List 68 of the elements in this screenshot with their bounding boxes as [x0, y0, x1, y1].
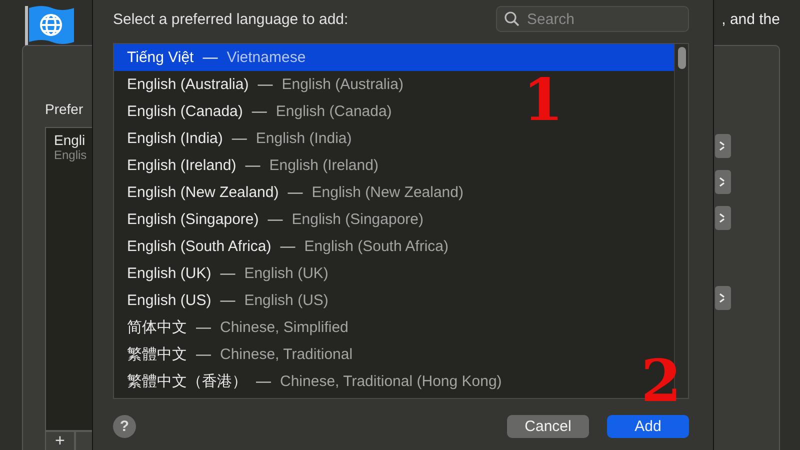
step-number: 2 — [641, 352, 682, 410]
native-name: Tiếng Việt — [127, 49, 194, 66]
language-row[interactable]: Tiếng Việt — Vietnamese — [114, 44, 674, 71]
language-row[interactable]: English (Canada) — English (Canada) — [114, 98, 398, 125]
separator-text: — — [196, 319, 211, 336]
stepper-icon[interactable] — [715, 170, 731, 194]
language-row[interactable]: English (South Africa) — English (South Africa) — [114, 233, 454, 260]
separator-text: — — [268, 211, 283, 228]
english-name: English (UK) — [244, 265, 328, 282]
native-name: English (UK) — [127, 265, 212, 282]
separator-text: — — [220, 265, 236, 282]
english-name: English (Australia) — [282, 76, 404, 93]
add-button[interactable]: Add — [607, 415, 689, 438]
language-row[interactable]: English (Australia) — English (Australia) — [114, 71, 410, 98]
language-row[interactable]: English (India) — English (India) — [114, 125, 358, 152]
step-number: 1 — [523, 71, 564, 129]
language-row[interactable]: 繁體中文 — Chinese, Traditional — [114, 341, 359, 368]
language-row[interactable]: English (Ireland) — English (Ireland) — [114, 152, 384, 179]
search-icon — [504, 11, 520, 27]
english-name: Chinese, Simplified — [220, 319, 348, 336]
native-name: English (Australia) — [127, 76, 249, 93]
language-row[interactable]: English (New Zealand) — English (New Zealand) — [114, 179, 470, 206]
separator-text: — — [196, 346, 211, 363]
language-row[interactable]: English (US) — English (US) — [114, 287, 334, 314]
native-name: 繁體中文（香港） — [127, 372, 247, 391]
separator-text: — — [220, 292, 236, 309]
english-name: Vietnamese — [226, 49, 306, 66]
separator-text: — — [258, 76, 273, 93]
language-row[interactable]: 繁體中文（香港） — Chinese, Traditional (Hong Kong) — [114, 368, 508, 395]
native-name: English (India) — [127, 130, 223, 147]
native-name: English (South Africa) — [127, 238, 272, 255]
stepper-icon[interactable] — [715, 134, 731, 158]
dialog-title: Select a preferred language to add: — [113, 10, 348, 28]
section-label: Prefer — [45, 101, 84, 119]
separator-text: — — [232, 130, 247, 147]
english-name: English (US) — [244, 292, 328, 309]
native-name: English (Canada) — [127, 103, 243, 120]
separator-text: — — [252, 103, 267, 120]
native-name: English (Ireland) — [127, 157, 236, 174]
english-name: Chinese, Traditional (Hong Kong) — [280, 373, 502, 390]
language-row[interactable]: 简体中文 — Chinese, Simplified — [114, 314, 354, 341]
english-name: English (India) — [256, 130, 352, 147]
english-name: Chinese, Traditional — [220, 346, 353, 363]
separator-text: — — [288, 184, 303, 201]
english-name: English (New Zealand) — [312, 184, 464, 201]
native-name: English (New Zealand) — [127, 184, 279, 201]
search-field[interactable]: Search — [496, 6, 689, 32]
help-button[interactable]: ? — [113, 415, 136, 438]
native-name: 简体中文 — [127, 318, 187, 337]
english-name: English (Canada) — [276, 103, 392, 120]
separator-text: — — [202, 49, 218, 66]
english-name: English (South Africa) — [304, 238, 448, 255]
native-name: English (US) — [127, 292, 212, 309]
add-button[interactable]: + — [45, 431, 75, 450]
language-row[interactable]: English (UK) — English (UK) — [114, 260, 334, 287]
cancel-button[interactable]: Cancel — [507, 415, 589, 438]
separator-text: — — [256, 373, 271, 390]
language-row[interactable]: English (Singapore) — English (Singapore) — [114, 206, 430, 233]
language-detail: Englis — [54, 148, 88, 162]
native-name: 繁體中文 — [127, 345, 187, 364]
english-name: English (Ireland) — [269, 157, 378, 174]
separator-text: — — [280, 238, 296, 255]
separator-text: — — [245, 157, 260, 174]
english-name: English (Singapore) — [292, 211, 424, 228]
description-text: , and the — [722, 11, 780, 28]
stepper-icon[interactable] — [715, 286, 731, 310]
stepper-icon[interactable] — [715, 206, 731, 230]
native-name: English (Singapore) — [127, 211, 259, 228]
